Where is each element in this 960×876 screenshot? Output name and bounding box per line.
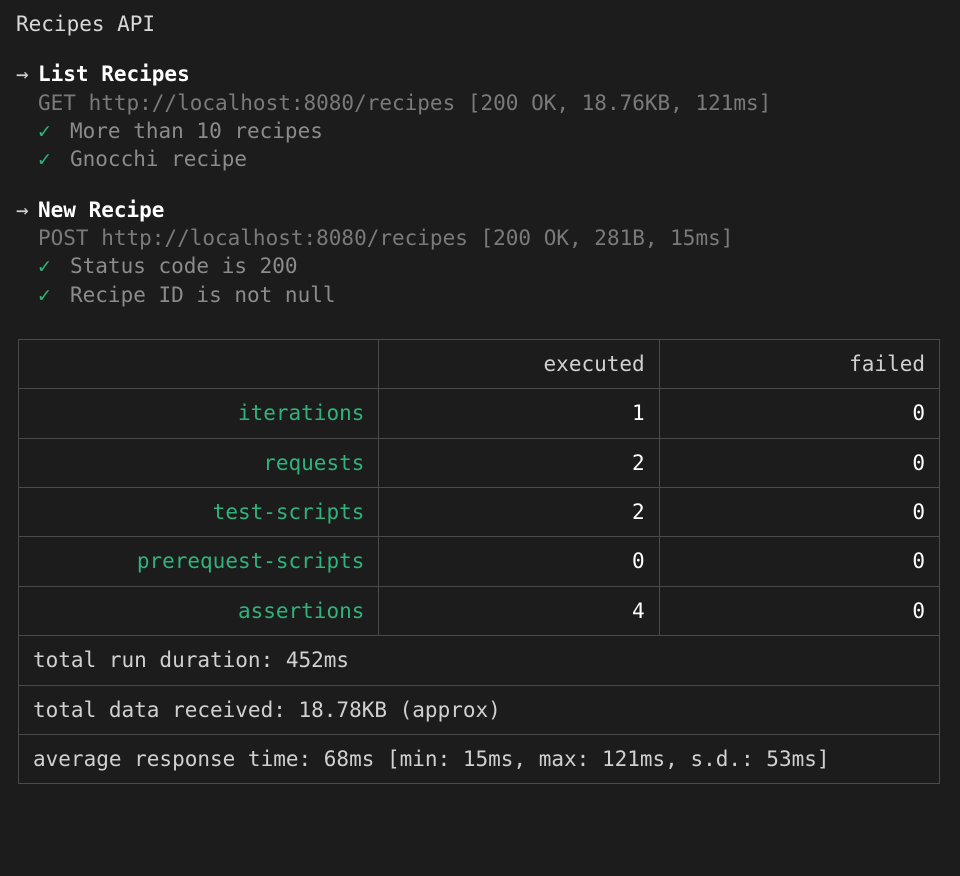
summary-table: executed failed iterations 1 0 requests … [18,339,940,784]
blank-header [19,340,379,389]
arrow-right-icon: → [16,60,38,88]
request-name: New Recipe [38,196,164,224]
footer-line: average response time: 68ms [min: 15ms, … [19,734,940,783]
metric-label: prerequest-scripts [19,537,379,586]
metric-failed: 0 [659,488,939,537]
metric-executed: 0 [379,537,659,586]
terminal-output: Recipes API → List Recipes GET http://lo… [0,0,960,804]
table-header-row: executed failed [19,340,940,389]
check-icon: ✓ [38,281,70,309]
metric-failed: 0 [659,389,939,438]
metric-executed: 1 [379,389,659,438]
metric-label: iterations [19,389,379,438]
table-row: test-scripts 2 0 [19,488,940,537]
metric-executed: 4 [379,586,659,635]
table-row: prerequest-scripts 0 0 [19,537,940,586]
assertion-text: More than 10 recipes [70,117,323,145]
check-icon: ✓ [38,145,70,173]
header-executed: executed [379,340,659,389]
table-row: assertions 4 0 [19,586,940,635]
metric-label: test-scripts [19,488,379,537]
header-failed: failed [659,340,939,389]
assertion-row: ✓ Gnocchi recipe [16,145,944,173]
footer-row: total data received: 18.78KB (approx) [19,685,940,734]
assertion-row: ✓ Recipe ID is not null [16,281,944,309]
request-name: List Recipes [38,60,190,88]
table-row: requests 2 0 [19,438,940,487]
request-line: POST http://localhost:8080/recipes [200 … [16,224,944,252]
table-row: iterations 1 0 [19,389,940,438]
assertion-row: ✓ More than 10 recipes [16,117,944,145]
metric-failed: 0 [659,537,939,586]
metric-failed: 0 [659,586,939,635]
assertion-text: Status code is 200 [70,252,298,280]
footer-line: total run duration: 452ms [19,636,940,685]
request-block: → New Recipe POST http://localhost:8080/… [16,196,944,309]
metric-executed: 2 [379,488,659,537]
assertion-text: Gnocchi recipe [70,145,247,173]
footer-row: average response time: 68ms [min: 15ms, … [19,734,940,783]
metric-failed: 0 [659,438,939,487]
metric-label: assertions [19,586,379,635]
footer-row: total run duration: 452ms [19,636,940,685]
footer-line: total data received: 18.78KB (approx) [19,685,940,734]
request-line: GET http://localhost:8080/recipes [200 O… [16,89,944,117]
assertion-row: ✓ Status code is 200 [16,252,944,280]
arrow-right-icon: → [16,196,38,224]
metric-executed: 2 [379,438,659,487]
check-icon: ✓ [38,117,70,145]
assertion-text: Recipe ID is not null [70,281,336,309]
request-block: → List Recipes GET http://localhost:8080… [16,60,944,173]
check-icon: ✓ [38,252,70,280]
collection-name: Recipes API [16,10,944,38]
metric-label: requests [19,438,379,487]
